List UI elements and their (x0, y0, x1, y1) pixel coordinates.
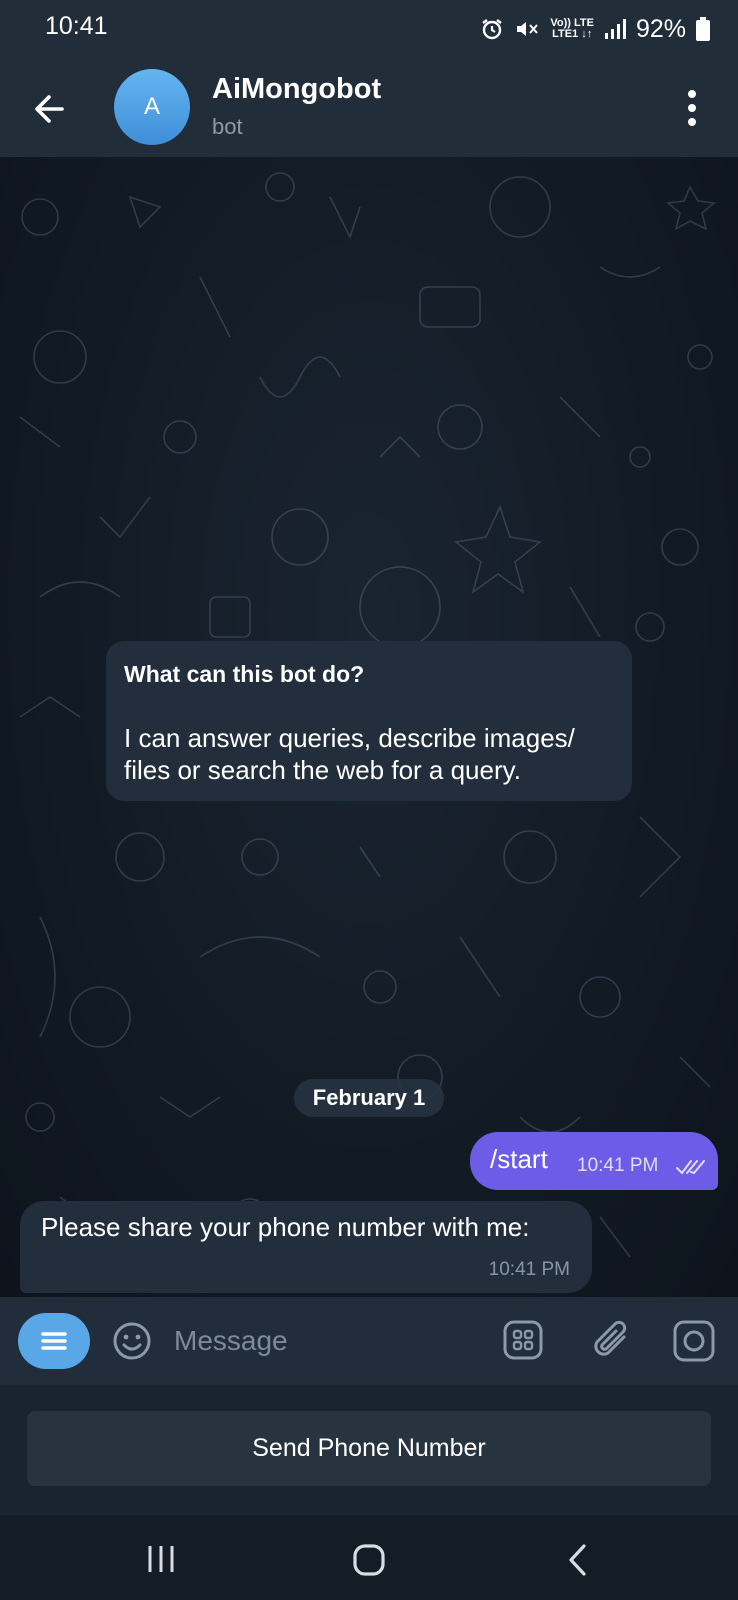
home-button[interactable] (352, 1543, 386, 1582)
more-vertical-icon (688, 90, 696, 126)
arrow-left-icon (35, 95, 64, 123)
more-options-button[interactable] (674, 84, 710, 132)
send-phone-number-button[interactable]: Send Phone Number (27, 1411, 711, 1486)
system-back-button[interactable] (566, 1543, 590, 1582)
bot-commands-button[interactable] (502, 1319, 544, 1366)
status-icons: Vo)) LTE LTE1 ↓↑ 92% (480, 14, 710, 44)
avatar[interactable]: A (114, 69, 190, 145)
outgoing-message[interactable]: /start 10:41 PM (470, 1132, 718, 1190)
message-time: 10:41 PM (577, 1155, 659, 1176)
intro-title: What can this bot do? (124, 661, 365, 687)
message-input-bar (0, 1297, 738, 1385)
bot-commands-icon (503, 1320, 543, 1360)
home-icon (353, 1544, 385, 1576)
chevron-left-icon (569, 1544, 586, 1576)
emoji-icon (113, 1322, 151, 1360)
status-bar: 10:41 Vo)) LTE LTE1 ↓↑ 92% (0, 0, 738, 56)
recent-apps-button[interactable] (146, 1544, 176, 1579)
status-time: 10:41 (45, 12, 108, 40)
system-navigation-bar (0, 1515, 738, 1600)
message-input[interactable] (172, 1317, 476, 1365)
chat-area[interactable]: What can this bot do? I can answer queri… (0, 157, 738, 1297)
back-button[interactable] (22, 80, 80, 138)
message-time: 10:41 PM (488, 1259, 570, 1280)
incoming-message[interactable]: Please share your phone number with me: … (20, 1201, 592, 1293)
chat-header: A AiMongobot bot (0, 56, 738, 157)
attach-button[interactable] (590, 1317, 634, 1368)
emoji-button[interactable] (110, 1319, 154, 1368)
mute-icon (514, 17, 540, 41)
alarm-icon (480, 17, 504, 41)
camera-button[interactable] (672, 1319, 716, 1368)
battery-percentage: 92% (635, 14, 686, 43)
camera-icon (673, 1320, 715, 1362)
reply-keyboard: Send Phone Number (0, 1385, 738, 1515)
chat-title[interactable]: AiMongobot (212, 73, 381, 106)
date-separator: February 1 (294, 1079, 444, 1117)
battery-icon (696, 17, 710, 41)
bot-menu-button[interactable] (18, 1313, 90, 1369)
signal-icon (604, 18, 626, 40)
menu-icon (41, 1332, 67, 1350)
bot-intro-card: What can this bot do? I can answer queri… (106, 641, 632, 801)
recent-apps-icon (148, 1546, 174, 1572)
network-type: Vo)) LTE LTE1 ↓↑ (550, 17, 594, 40)
double-check-icon (676, 1160, 705, 1175)
chat-subtitle: bot (212, 114, 243, 139)
message-text: Please share your phone number with me: (41, 1212, 530, 1242)
paperclip-icon (594, 1320, 627, 1356)
message-text: /start (490, 1144, 548, 1174)
intro-body: I can answer queries, describe images/ f… (124, 723, 575, 785)
